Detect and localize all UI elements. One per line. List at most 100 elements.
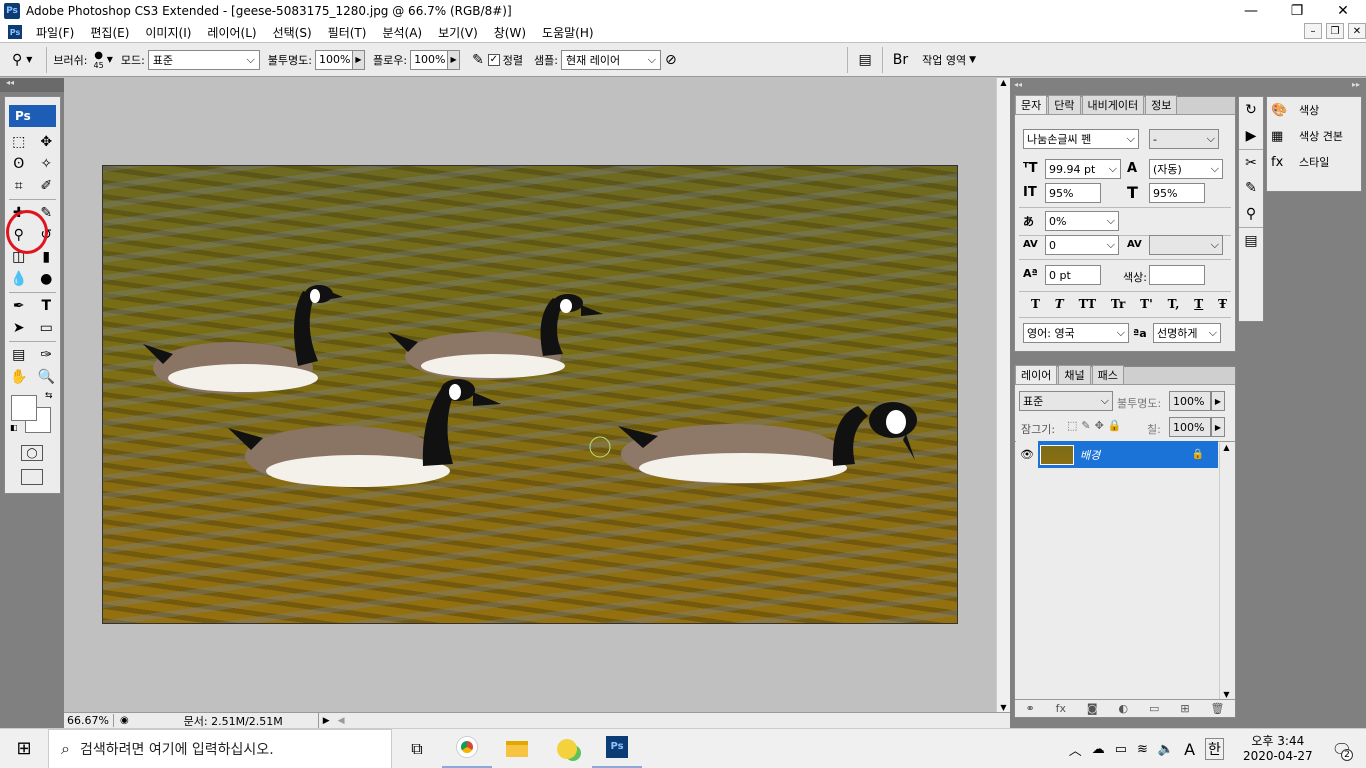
menu-image[interactable]: 이미지(I)	[137, 24, 199, 41]
ignore-adjustment-layers-icon[interactable]: ⊘	[665, 52, 677, 68]
swap-colors-icon[interactable]: ⇆	[45, 391, 53, 401]
menu-analysis[interactable]: 분석(A)	[374, 24, 430, 41]
tsume-input[interactable]: 0% ⌵	[1045, 211, 1119, 231]
baseline-shift-input[interactable]: 0 pt	[1045, 265, 1101, 285]
screen-mode-button[interactable]	[21, 469, 43, 485]
swatches-panel-button[interactable]: ▦ 색상 견본	[1267, 123, 1361, 149]
notes-tool-icon[interactable]: ▤	[8, 347, 30, 363]
lasso-tool-icon[interactable]: ʘ	[8, 156, 30, 172]
toolbox-collapse-arrows[interactable]: ◂◂	[0, 78, 64, 92]
network-icon[interactable]: ▭	[1115, 742, 1127, 757]
tool-presets-panel-icon[interactable]: ✂	[1239, 149, 1263, 175]
scroll-left-icon[interactable]: ◀	[338, 716, 345, 726]
fill-input[interactable]: 100%	[1169, 417, 1211, 437]
strikethrough-button[interactable]: Ŧ	[1218, 297, 1227, 311]
maximize-button[interactable]: ❐	[1274, 0, 1320, 22]
scroll-up-icon[interactable]: ▲	[997, 78, 1010, 87]
sample-select[interactable]: 현재 레이어 ⌵	[561, 49, 661, 70]
color-panel-button[interactable]: 🎨 색상	[1267, 97, 1361, 123]
layer-opacity-input[interactable]: 100%	[1169, 391, 1211, 411]
opacity-slider-arrow[interactable]: ▶	[352, 49, 365, 70]
shape-tool-icon[interactable]: ▭	[35, 320, 57, 336]
menu-help[interactable]: 도움말(H)	[534, 24, 602, 41]
minimize-button[interactable]: —	[1228, 0, 1274, 22]
mode-select[interactable]: 표준 ⌵	[147, 49, 260, 70]
leading-input[interactable]: (자동) ⌵	[1149, 159, 1223, 179]
tab-layers[interactable]: 레이어	[1015, 365, 1058, 384]
photoshop-taskbar-icon[interactable]: Ps	[592, 729, 642, 768]
layer-row-background[interactable]: 👁 배경 🔒	[1016, 441, 1218, 468]
flow-slider-arrow[interactable]: ▶	[448, 49, 461, 70]
taskbar-clock[interactable]: 오후 3:44 2020-04-27	[1243, 734, 1313, 764]
scroll-up-icon[interactable]: ▲	[1220, 443, 1233, 452]
tab-navigator[interactable]: 내비게이터	[1081, 95, 1145, 114]
lock-icons[interactable]: ⬚✎✥🔒	[1067, 419, 1126, 432]
layer-name[interactable]: 배경	[1080, 447, 1192, 463]
menu-filter[interactable]: 필터(T)	[320, 24, 375, 41]
foreground-color-swatch[interactable]	[11, 395, 37, 421]
task-view-icon[interactable]: ⧉	[392, 729, 442, 768]
font-size-input[interactable]: 99.94 pt ⌵	[1045, 159, 1121, 179]
small-caps-button[interactable]: Tr	[1111, 297, 1125, 311]
tab-paragraph[interactable]: 단락	[1048, 95, 1081, 114]
tab-info[interactable]: 정보	[1145, 95, 1178, 114]
styles-panel-button[interactable]: fx 스타일	[1267, 149, 1361, 175]
flow-input[interactable]: 100%	[410, 49, 449, 70]
menu-layer[interactable]: 레이어(L)	[199, 24, 264, 41]
ime-hangul[interactable]: 한	[1205, 738, 1224, 760]
layers-scrollbar[interactable]: ▲ ▼	[1219, 443, 1233, 699]
adjustment-layer-icon[interactable]: ◐	[1119, 702, 1129, 715]
vertical-scale-input[interactable]: 95%	[1045, 183, 1101, 203]
antialias-select[interactable]: 선명하게 ⌵	[1153, 323, 1221, 343]
eyedropper-tool-icon[interactable]: ✑	[35, 347, 57, 363]
wifi-icon[interactable]: ≋	[1137, 742, 1148, 757]
blur-tool-icon[interactable]: 💧	[8, 271, 30, 287]
actions-panel-icon[interactable]: ▶	[1239, 123, 1263, 149]
chrome-icon[interactable]	[442, 729, 492, 768]
canvas-vertical-scrollbar[interactable]: ▲ ▼	[996, 78, 1010, 712]
faux-italic-button[interactable]: T	[1055, 297, 1064, 311]
menu-file[interactable]: 파일(F)	[28, 24, 82, 41]
all-caps-button[interactable]: TT	[1079, 297, 1096, 311]
menu-select[interactable]: 선택(S)	[265, 24, 320, 41]
tab-character[interactable]: 문자	[1015, 95, 1048, 114]
move-tool-icon[interactable]: ✥	[35, 134, 57, 150]
document-image[interactable]	[102, 165, 958, 624]
tab-channels[interactable]: 채널	[1058, 365, 1091, 384]
taskbar-search[interactable]: ⌕ 검색하려면 여기에 입력하십시오.	[48, 728, 392, 768]
gradient-tool-icon[interactable]: ▮	[35, 249, 57, 265]
marquee-tool-icon[interactable]: ⬚	[8, 134, 30, 150]
file-explorer-icon[interactable]	[492, 729, 542, 768]
type-tool-icon[interactable]: T	[35, 298, 57, 314]
brushes-panel-icon[interactable]: ✎	[1239, 175, 1263, 201]
link-layers-icon[interactable]: ⚭	[1025, 702, 1034, 715]
aligned-checkbox[interactable]: ✓	[487, 53, 500, 66]
scroll-down-icon[interactable]: ▼	[997, 703, 1010, 712]
blend-mode-select[interactable]: 표준 ⌵	[1019, 391, 1113, 411]
bridge-icon[interactable]: Br	[893, 52, 908, 68]
onedrive-cloud-icon[interactable]: ☁	[1092, 742, 1105, 757]
menu-window[interactable]: 창(W)	[486, 24, 534, 41]
new-group-icon[interactable]: ▭	[1149, 702, 1159, 715]
history-panel-icon[interactable]: ↻	[1239, 97, 1263, 123]
quick-mask-button[interactable]: ◯	[21, 445, 43, 461]
kakaotalk-icon[interactable]	[542, 729, 592, 768]
palette-well-icon[interactable]: ▤	[858, 52, 871, 68]
eye-icon[interactable]: 👁	[1016, 441, 1038, 468]
opacity-input[interactable]: 100%	[314, 49, 353, 70]
tool-preset-picker[interactable]: ⚲ ▼	[8, 52, 32, 68]
status-menu-icon[interactable]: ◉	[120, 715, 129, 726]
path-selection-tool-icon[interactable]: ➤	[8, 320, 30, 336]
new-layer-icon[interactable]: ⊞	[1180, 702, 1189, 715]
tracking-input[interactable]: ⌵	[1149, 235, 1223, 255]
windows-start-icon[interactable]: ⊞	[0, 729, 48, 768]
notification-center-icon[interactable]: 🗨 2	[1332, 740, 1353, 761]
doc-minimize-button[interactable]: –	[1304, 23, 1322, 39]
chevron-down-icon[interactable]: ▼	[107, 55, 113, 64]
layer-mask-icon[interactable]: ◙	[1087, 702, 1098, 715]
workspace-menu[interactable]: 작업 영역 ▼	[922, 52, 976, 68]
underline-button[interactable]: T	[1194, 297, 1203, 311]
menu-view[interactable]: 보기(V)	[430, 24, 486, 41]
menu-edit[interactable]: 편집(E)	[82, 24, 137, 41]
airbrush-icon[interactable]: ✎	[472, 52, 484, 68]
